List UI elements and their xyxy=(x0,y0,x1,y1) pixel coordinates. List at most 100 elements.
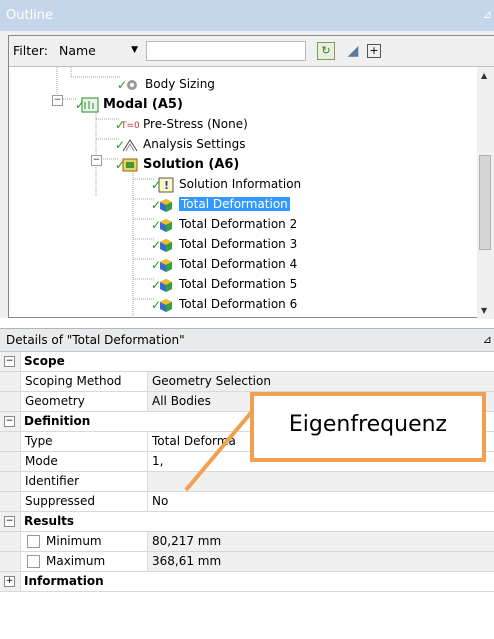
check-icon: ✓ xyxy=(115,157,126,172)
outline-panel: Filter: Name ▼ ↻ ◢ + ✓ Body Sizing − ✓ M… xyxy=(0,31,494,319)
collapse-toggle-solution[interactable]: − xyxy=(91,155,102,166)
collapse-toggle[interactable]: − xyxy=(4,516,15,527)
prop-key: Maximum xyxy=(20,552,148,571)
prop-key: Scoping Method xyxy=(20,372,148,391)
clear-filter-icon[interactable]: ◢ xyxy=(344,42,362,60)
tree-item-total-deformation[interactable]: ✓ Total Deformation xyxy=(151,194,290,214)
prop-row-scoping-method[interactable]: Scoping Method Geometry Selection xyxy=(0,372,494,392)
prop-key: Mode xyxy=(20,452,148,471)
section-results[interactable]: − Results xyxy=(0,512,494,532)
expand-toggle[interactable]: + xyxy=(4,576,15,587)
tree-item-total-deformation-5[interactable]: ✓ Total Deformation 5 xyxy=(151,274,297,294)
row-gutter xyxy=(0,472,21,491)
expand-all-icon[interactable]: + xyxy=(367,44,381,58)
prop-row-suppressed[interactable]: Suppressed No xyxy=(0,492,494,512)
prop-value[interactable]: Geometry Selection xyxy=(148,372,494,391)
row-gutter: − xyxy=(0,512,21,531)
tree-item-label: Total Deformation xyxy=(179,197,290,211)
check-icon: ✓ xyxy=(115,117,126,132)
callout-text: Eigenfrequenz xyxy=(288,412,448,437)
tree-item-solution-information[interactable]: ! ✓ Solution Information xyxy=(151,174,302,194)
tree-item-solution[interactable]: ✓ Solution (A6) xyxy=(115,154,240,174)
prop-value[interactable] xyxy=(148,472,494,491)
collapse-toggle[interactable]: − xyxy=(4,356,15,367)
chevron-down-icon: ▼ xyxy=(131,45,138,55)
scroll-up-icon[interactable]: ▲ xyxy=(481,71,487,80)
prop-value: 80,217 mm xyxy=(148,532,494,551)
deformation-icon: ✓ xyxy=(151,217,175,233)
check-icon: ✓ xyxy=(151,277,162,292)
prop-key: Identifier xyxy=(20,472,148,491)
scroll-thumb[interactable] xyxy=(479,155,491,250)
filter-search-input[interactable] xyxy=(146,41,306,61)
check-icon: ✓ xyxy=(115,137,126,152)
tree-item-total-deformation-4[interactable]: ✓ Total Deformation 4 xyxy=(151,254,297,274)
collapse-toggle-modal[interactable]: − xyxy=(52,95,63,106)
refresh-icon[interactable]: ↻ xyxy=(317,42,335,60)
row-gutter: + xyxy=(0,572,21,591)
callout-box: Eigenfrequenz xyxy=(250,392,486,462)
prop-key-label: Minimum xyxy=(46,534,102,548)
section-scope[interactable]: − Scope xyxy=(0,352,494,372)
deformation-icon: ✓ xyxy=(151,197,175,213)
prop-value: 368,61 mm xyxy=(148,552,494,571)
tree-item-analysis-settings[interactable]: ✓ Analysis Settings xyxy=(115,134,245,154)
tree-item-total-deformation-6[interactable]: ✓ Total Deformation 6 xyxy=(151,294,297,314)
details-title: Details of "Total Deformation" xyxy=(6,333,185,347)
check-icon: ✓ xyxy=(75,97,86,112)
prestress-icon: T=0 ✓ xyxy=(115,117,140,133)
filter-type-value: Name xyxy=(59,43,96,58)
result-row-minimum[interactable]: Minimum 80,217 mm xyxy=(0,532,494,552)
outline-title: Outline xyxy=(6,8,54,23)
prop-key: Type xyxy=(20,432,148,451)
svg-text:!: ! xyxy=(164,179,169,192)
tree-item-total-deformation-2[interactable]: ✓ Total Deformation 2 xyxy=(151,214,297,234)
tree-item-label: Solution (A6) xyxy=(143,157,240,172)
row-gutter xyxy=(0,552,21,571)
outline-title-bar: Outline ⊿ xyxy=(0,0,494,31)
prop-key: Geometry xyxy=(20,392,148,411)
deformation-icon: ✓ xyxy=(151,237,175,253)
check-icon: ✓ xyxy=(151,177,162,192)
check-icon: ✓ xyxy=(151,237,162,252)
solution-info-icon: ! ✓ xyxy=(151,177,175,193)
tree-item-modal[interactable]: ✓ Modal (A5) xyxy=(75,94,183,114)
parameter-checkbox[interactable] xyxy=(27,555,40,568)
deformation-icon: ✓ xyxy=(151,297,175,313)
scroll-down-icon[interactable]: ▼ xyxy=(481,306,487,315)
prop-key-label: Maximum xyxy=(46,554,106,568)
filter-type-select[interactable]: Name ▼ xyxy=(57,43,142,61)
tree-item-prestress[interactable]: T=0 ✓ Pre-Stress (None) xyxy=(115,114,248,134)
tree-item-label: Total Deformation 3 xyxy=(179,237,298,251)
check-icon: ✓ xyxy=(151,257,162,272)
pin-icon[interactable]: ⊿ xyxy=(483,333,492,346)
prop-key: Minimum xyxy=(20,532,148,551)
section-label: Information xyxy=(24,574,104,588)
row-gutter: − xyxy=(0,352,21,371)
parameter-checkbox[interactable] xyxy=(27,535,40,548)
deformation-icon: ✓ xyxy=(151,277,175,293)
row-gutter xyxy=(0,532,21,551)
section-label: Definition xyxy=(24,414,91,428)
tree-scrollbar[interactable]: ▲ ▼ xyxy=(477,67,494,319)
solution-icon: ✓ xyxy=(115,157,139,173)
filter-toolbar: Filter: Name ▼ ↻ ◢ + xyxy=(9,36,494,67)
prop-row-identifier[interactable]: Identifier xyxy=(0,472,494,492)
row-gutter: − xyxy=(0,412,21,431)
row-gutter xyxy=(0,432,21,451)
prop-key: Suppressed xyxy=(20,492,148,511)
check-icon: ✓ xyxy=(151,217,162,232)
filter-label: Filter: xyxy=(13,43,48,58)
modal-icon: ✓ xyxy=(75,97,99,113)
result-row-maximum[interactable]: Maximum 368,61 mm xyxy=(0,552,494,572)
row-gutter xyxy=(0,492,21,511)
tree-item-label: Solution Information xyxy=(179,177,302,191)
collapse-toggle[interactable]: − xyxy=(4,416,15,427)
section-information[interactable]: + Information xyxy=(0,572,494,592)
deformation-icon: ✓ xyxy=(151,257,175,273)
tree-item-body-sizing[interactable]: ✓ Body Sizing xyxy=(117,74,215,94)
details-title-bar: Details of "Total Deformation" ⊿ xyxy=(0,328,494,352)
tree-item-total-deformation-3[interactable]: ✓ Total Deformation 3 xyxy=(151,234,298,254)
pin-icon[interactable]: ⊿ xyxy=(483,8,492,21)
prop-value[interactable]: No xyxy=(148,492,494,511)
